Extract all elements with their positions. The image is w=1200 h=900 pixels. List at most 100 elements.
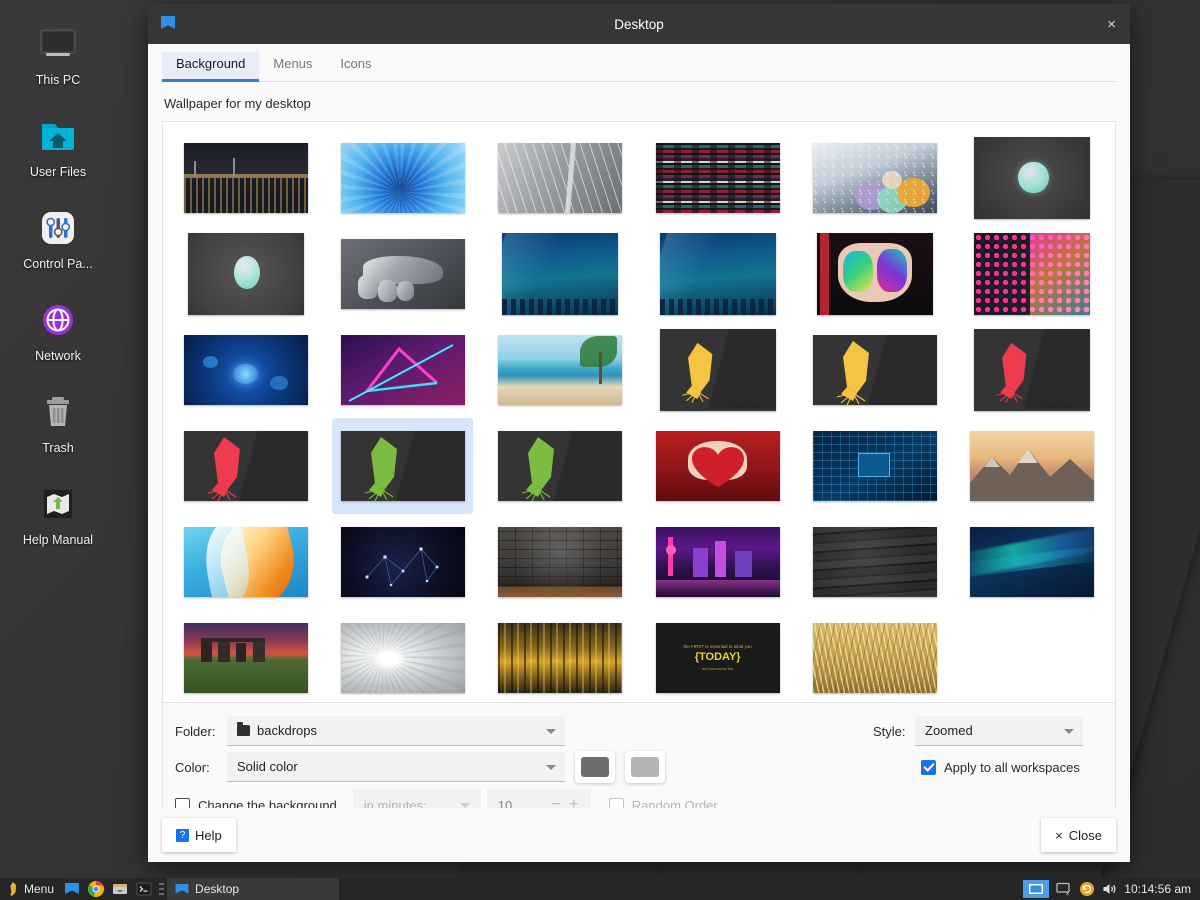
wallpaper-thumbnail-brick-wall-dark[interactable] xyxy=(490,514,631,610)
wallpaper-thumbnail-bridge-cables-grey[interactable] xyxy=(490,130,631,226)
desktop-icon-help-manual[interactable]: Help Manual xyxy=(6,480,110,547)
wallpaper-thumbnail-teal-aurora-waves[interactable] xyxy=(962,514,1103,610)
interval-increment-button[interactable]: + xyxy=(565,796,583,808)
apply-to-all-workspaces-label: Apply to all workspaces xyxy=(944,759,1080,775)
start-menu-button[interactable]: Menu xyxy=(0,881,60,897)
panel-grip-handle[interactable] xyxy=(159,881,165,897)
wallpaper-image-stonehenge-sunset xyxy=(183,623,308,693)
window-titlebar[interactable]: Desktop × xyxy=(148,4,1130,44)
wallpaper-thumbnail-bay-bridge-night[interactable] xyxy=(175,130,316,226)
style-row: Style: Zoomed xyxy=(873,713,1103,749)
wallpaper-image-blue-bokeh-drops xyxy=(183,335,308,405)
wallpaper-thumbnail-stonehenge-sunset[interactable] xyxy=(175,610,316,702)
tab-menus[interactable]: Menus xyxy=(259,52,326,82)
secondary-color-swatch-button[interactable] xyxy=(625,751,665,783)
wallpaper-thumbnail-grey-orb-teal-2[interactable] xyxy=(175,226,316,322)
wallpaper-thumbnail-xfce-mouse-red-2[interactable] xyxy=(175,418,316,514)
change-background-row: Change the background in minutes: 10 − +… xyxy=(175,787,1103,808)
workspace-pager-button[interactable] xyxy=(1023,880,1050,898)
interval-unit-select[interactable]: in minutes: xyxy=(352,789,481,808)
launcher-file-manager-icon[interactable] xyxy=(111,880,129,898)
wallpaper-thumbnail-wheat-field-golden[interactable] xyxy=(804,610,945,702)
change-background-label: Change the background xyxy=(198,797,337,809)
desktop-window-icon xyxy=(175,883,189,893)
desktop-icon-trash[interactable]: Trash xyxy=(6,388,110,455)
primary-color-swatch-button[interactable] xyxy=(575,751,615,783)
wallpaper-thumbnail-xfce-mouse-green[interactable] xyxy=(332,418,474,514)
wallpaper-thumbnail-colorful-code-blur[interactable] xyxy=(647,130,788,226)
wallpaper-thumbnail-white-tunnel-speed[interactable] xyxy=(332,610,473,702)
desktop-icon-label: Trash xyxy=(42,441,74,455)
chevron-down-icon xyxy=(459,803,470,808)
wallpaper-thumbnail-neon-triangle-magenta[interactable] xyxy=(332,322,473,418)
launcher-chrome-icon[interactable] xyxy=(87,880,105,898)
wallpaper-thumbnail-dark-wood-panels[interactable] xyxy=(804,514,945,610)
wallpaper-image-pink-hex-dots xyxy=(974,233,1091,315)
wallpaper-thumbnail-network-constellation[interactable] xyxy=(332,514,473,610)
style-select[interactable]: Zoomed xyxy=(915,716,1083,746)
desktop-icon-label: User Files xyxy=(29,165,87,179)
taskbar-window-button[interactable]: Desktop xyxy=(167,878,340,900)
help-button[interactable]: ? Help xyxy=(162,818,236,852)
wallpaper-thumbnail-heart-hands-red[interactable] xyxy=(647,418,788,514)
apply-to-all-workspaces-checkbox[interactable] xyxy=(921,759,936,775)
interval-spinner[interactable]: 10 − + xyxy=(486,789,591,808)
wallpaper-thumbnail-shanghai-skyline-neon[interactable] xyxy=(647,514,788,610)
help-icon: ? xyxy=(176,828,189,842)
wallpaper-thumbnail-robot-hand-chrome[interactable] xyxy=(332,226,473,322)
desktop-icon-label: Control Pa... xyxy=(23,257,93,271)
desktop-icon-control-panel[interactable]: Control Pa... xyxy=(6,204,110,271)
update-icon[interactable] xyxy=(1079,881,1095,897)
wallpaper-thumbnail-mountain-sunset-peaks[interactable] xyxy=(962,418,1103,514)
wallpaper-thumbnail-xfce-mouse-yellow-2[interactable] xyxy=(804,322,945,418)
wallpaper-thumbnail-paint-hands-face[interactable] xyxy=(804,226,945,322)
wallpaper-image-xfce-mouse-green-2 xyxy=(498,431,623,501)
wallpaper-image-colorful-code-blur xyxy=(655,143,780,213)
wallpaper-thumbnail-xfce-mouse-yellow[interactable] xyxy=(647,322,788,418)
wallpaper-grid: the FIRST is essential to what you {TODA… xyxy=(167,130,1111,702)
wallpaper-image-blue-orange-silk xyxy=(183,527,308,597)
wallpaper-thumbnail-today-quote-dark[interactable]: the FIRST is essential to what you {TODA… xyxy=(647,610,788,702)
random-order-label: Random Order xyxy=(631,797,718,809)
wallpaper-thumbnail-blue-orange-silk[interactable] xyxy=(175,514,316,610)
wallpaper-grid-container[interactable]: the FIRST is essential to what you {TODA… xyxy=(162,121,1116,703)
desktop-icon-label: Network xyxy=(35,349,81,363)
wallpaper-thumbnail-blue-abstract-fan[interactable] xyxy=(332,130,473,226)
wallpaper-thumbnail-blue-aurora-skyline-2[interactable] xyxy=(647,226,788,322)
wallpaper-image-xfce-mouse-yellow xyxy=(659,329,776,411)
wallpaper-thumbnail-circuit-board-blue[interactable] xyxy=(804,418,945,514)
desktop-icon-network[interactable]: Network xyxy=(6,296,110,363)
folder-select[interactable]: backdrops xyxy=(227,716,565,746)
folder-label: Folder: xyxy=(175,723,216,739)
tab-background[interactable]: Background xyxy=(162,52,260,82)
launcher-desktop-icon[interactable] xyxy=(63,880,81,898)
color-mode-select[interactable]: Solid color xyxy=(227,752,565,782)
desktop-icon-this-pc[interactable]: This PC xyxy=(6,20,110,87)
interval-decrement-button[interactable]: − xyxy=(547,796,565,808)
launcher-terminal-icon[interactable] xyxy=(135,880,153,898)
clock[interactable]: 10:14:56 am xyxy=(1124,882,1191,896)
random-order-checkbox[interactable] xyxy=(608,797,624,808)
wallpaper-thumbnail-blue-aurora-skyline[interactable] xyxy=(490,226,631,322)
volume-icon[interactable] xyxy=(1102,882,1117,896)
globe-icon xyxy=(34,296,82,344)
wallpaper-thumbnail-rain-window-bokeh[interactable] xyxy=(804,130,945,226)
wallpaper-thumbnail-pink-hex-dots[interactable] xyxy=(962,226,1103,322)
wallpaper-image-blue-aurora-skyline xyxy=(502,233,619,315)
wallpaper-thumbnail-xfce-mouse-green-2[interactable] xyxy=(490,418,631,514)
window-close-button[interactable]: × xyxy=(1107,17,1116,32)
wallpaper-thumbnail-xfce-mouse-red[interactable] xyxy=(962,322,1103,418)
wallpaper-image-xfce-mouse-green xyxy=(340,431,465,501)
desktop-icon-user-files[interactable]: User Files xyxy=(6,112,110,179)
wallpaper-image-wheat-field-golden xyxy=(812,623,937,693)
tab-icons[interactable]: Icons xyxy=(326,52,385,82)
wallpaper-thumbnail-golden-forest-blur[interactable] xyxy=(490,610,631,702)
change-background-checkbox[interactable] xyxy=(175,797,190,808)
display-off-icon[interactable]: x xyxy=(1056,882,1072,896)
wallpaper-thumbnail-blue-bokeh-drops[interactable] xyxy=(175,322,316,418)
wallpaper-thumbnail-grey-orb-teal[interactable] xyxy=(962,130,1103,226)
wallpaper-thumbnail-tropical-beach-palm[interactable] xyxy=(490,322,631,418)
close-button[interactable]: × Close xyxy=(1041,818,1116,852)
chevron-down-icon xyxy=(1064,728,1074,734)
style-label: Style: xyxy=(873,723,906,739)
